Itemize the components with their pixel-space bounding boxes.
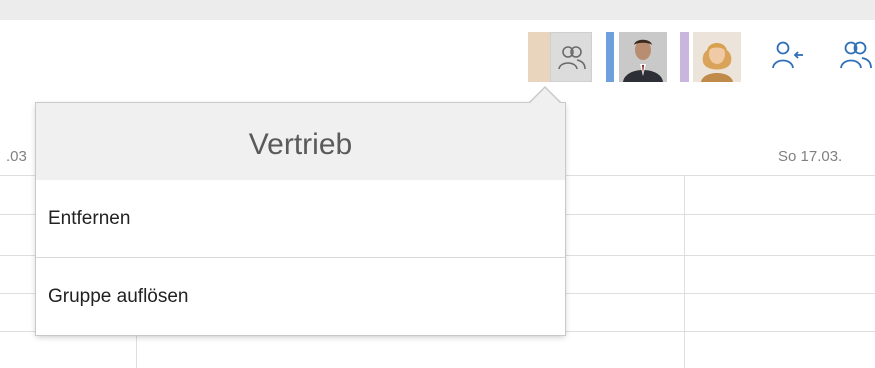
person-color-bar-purple: [680, 32, 689, 82]
popover-title: Vertrieb: [248, 127, 353, 161]
group-icon[interactable]: [838, 38, 874, 74]
group-popover: Vertrieb Entfernen Gruppe auflösen: [36, 103, 565, 335]
menu-item-remove[interactable]: Entfernen: [36, 180, 565, 257]
day-header-right: So 17.03.: [778, 148, 843, 165]
person-color-bar-blue: [606, 32, 614, 82]
avatar-man[interactable]: [619, 32, 667, 82]
popover-arrow-fill: [529, 88, 561, 104]
grid-column-line: [684, 175, 685, 368]
day-header-left: .03: [6, 148, 27, 165]
menu-item-dissolve-group[interactable]: Gruppe auflösen: [36, 258, 565, 335]
app-root: .03 So 17.03. Vertrieb Entfernen Gruppe …: [0, 0, 875, 368]
menu-item-label: Gruppe auflösen: [48, 285, 189, 307]
popover-header: Vertrieb: [36, 103, 565, 180]
avatar-woman[interactable]: [693, 32, 741, 82]
person-arrow-icon[interactable]: [770, 38, 806, 74]
menu-item-label: Entfernen: [48, 207, 131, 229]
group-toggle-button[interactable]: [550, 32, 592, 82]
group-icon: [558, 46, 586, 70]
top-strip: [0, 0, 875, 20]
